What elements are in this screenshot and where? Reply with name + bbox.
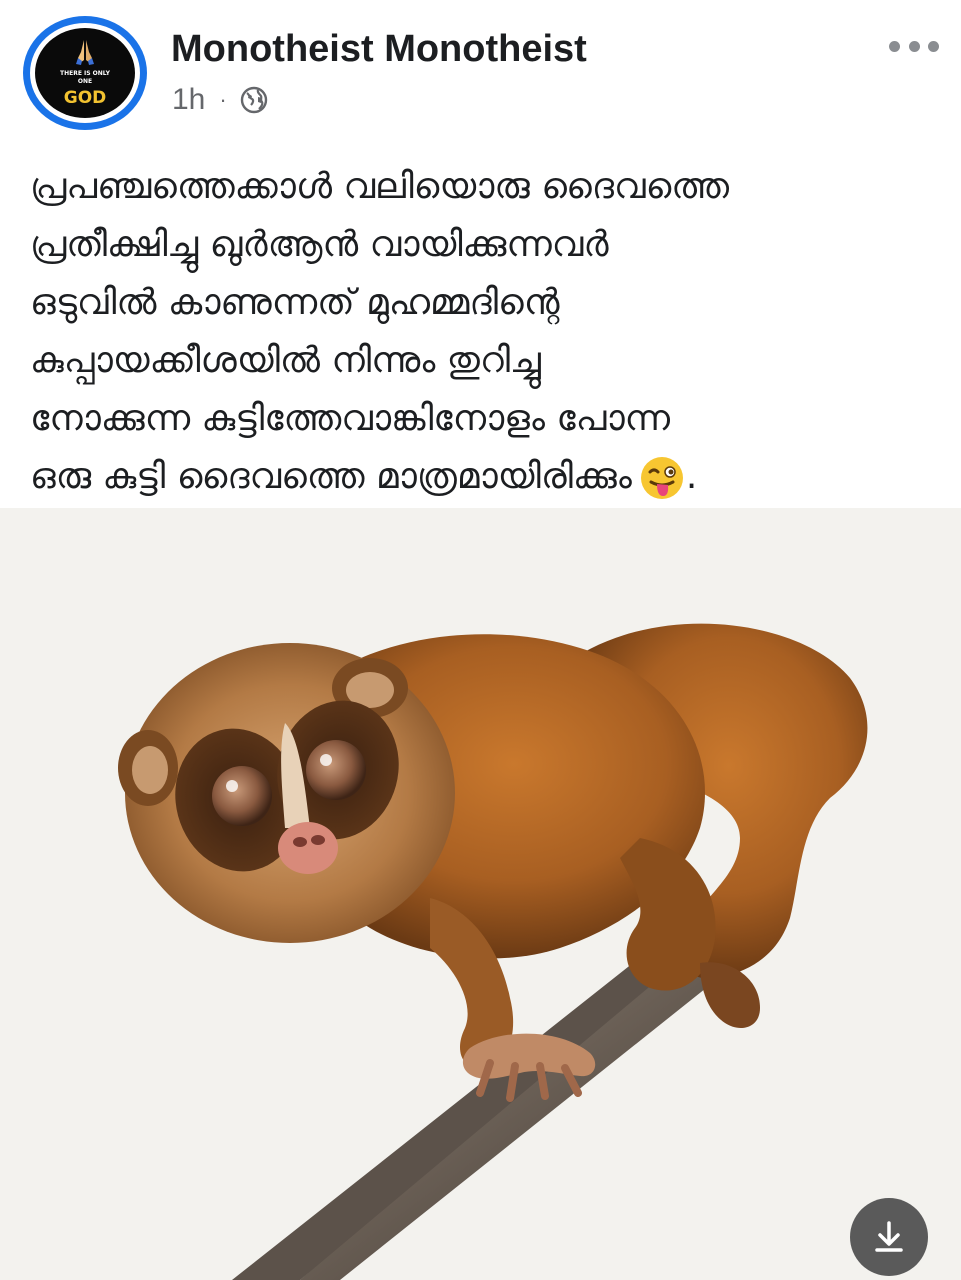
- post-text-line: ഒടുവിൽ കാണുന്നത് മുഹമ്മദിന്റെ: [30, 282, 560, 323]
- post-text-line: നോക്കുന്ന കുട്ടിത്തേവാങ്കിനോളം പോന്ന: [30, 398, 671, 439]
- author-name[interactable]: Monotheist Monotheist: [171, 28, 587, 71]
- meta-separator: ·: [219, 87, 227, 112]
- post-text-last-line: ഒരു കുട്ടി ദൈവത്തെ മാത്രമായിരിക്കും .: [30, 448, 940, 506]
- avatar-text-god: GOD: [63, 88, 107, 108]
- post-text-line: പ്രപഞ്ചത്തെക്കാൾ വലിയൊരു ദൈവത്തെ: [30, 166, 730, 207]
- post-text-line: പ്രതീക്ഷിച്ചു ഖുർആൻ വായിക്കുന്നവർ: [30, 224, 609, 265]
- download-icon: [875, 1221, 903, 1252]
- post-text: പ്രപഞ്ചത്തെക്കാൾ വലിയൊരു ദൈവത്തെ പ്രതീക്…: [30, 158, 940, 506]
- loris-illustration: [0, 508, 961, 1280]
- post-meta: 1h ·: [172, 80, 269, 120]
- post-text-line: കുപ്പായക്കീശയിൽ നിന്നും തുറിച്ചു: [30, 340, 541, 381]
- avatar-text-line1: THERE IS ONLY: [59, 70, 111, 77]
- more-options-icon[interactable]: [889, 28, 939, 64]
- praying-hands-icon: [76, 40, 94, 65]
- globe-icon[interactable]: [239, 85, 269, 115]
- avatar[interactable]: THERE IS ONLY ONE GOD: [23, 16, 147, 130]
- winking-tongue-emoji-icon: [640, 457, 683, 499]
- post-timestamp[interactable]: 1h: [172, 83, 205, 117]
- avatar-text-line2: ONE: [77, 78, 93, 85]
- post-text-line: ഒരു കുട്ടി ദൈവത്തെ മാത്രമായിരിക്കും: [30, 456, 632, 497]
- facebook-post: THERE IS ONLY ONE GOD Monotheist Monothe…: [0, 0, 961, 1280]
- download-button[interactable]: [850, 1198, 928, 1276]
- slender-loris-photo[interactable]: [0, 508, 961, 1280]
- post-text-end-punctuation: .: [685, 456, 698, 497]
